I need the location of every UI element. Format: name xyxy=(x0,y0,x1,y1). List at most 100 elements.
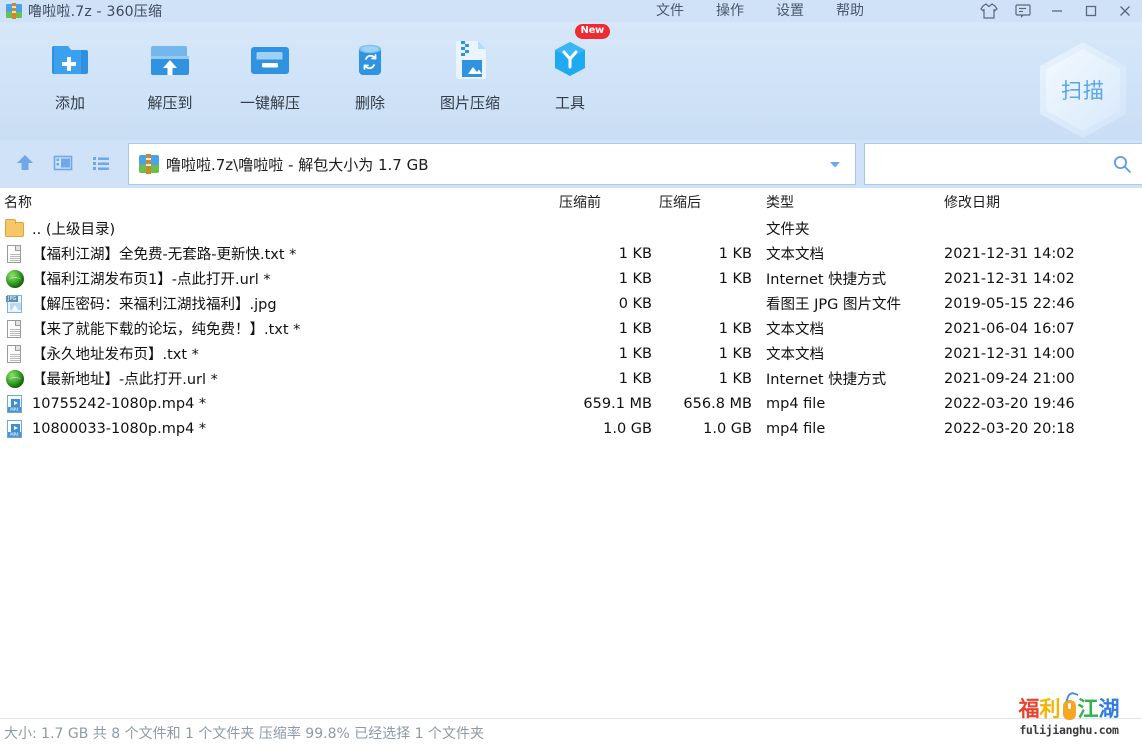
table-row[interactable]: .. (上级目录) 文件夹 xyxy=(0,216,1142,241)
file-date: 2021-12-31 14:02 xyxy=(944,271,1075,287)
file-size-before: 1 KB xyxy=(540,346,652,362)
toolbar-one-click-extract[interactable]: 一键解压 xyxy=(220,28,320,117)
toolbar: 添加 解压到 xyxy=(0,22,1142,140)
maximize-icon[interactable] xyxy=(1074,0,1108,22)
archive-icon xyxy=(139,154,159,174)
internet-shortcut-icon xyxy=(4,269,26,289)
file-type: 看图王 JPG 图片文件 xyxy=(766,293,901,314)
search-input[interactable] xyxy=(865,156,1102,172)
toolbar-add-label: 添加 xyxy=(55,92,85,113)
file-size-after: 1 KB xyxy=(660,246,752,262)
file-date: 2021-09-24 21:00 xyxy=(944,371,1075,387)
trash-icon xyxy=(344,32,396,84)
table-row[interactable]: MP4 10755242-1080p.mp4 * 659.1 MB 656.8 … xyxy=(0,391,1142,416)
table-row[interactable]: 【最新地址】-点此打开.url * 1 KB 1 KB Internet 快捷方… xyxy=(0,366,1142,391)
file-name: .. (上级目录) xyxy=(32,218,115,239)
app-window: 噜啦啦.7z - 360压缩 文件 操作 设置 帮助 xyxy=(0,0,1142,746)
file-rows: .. (上级目录) 文件夹 【福利江湖】全免费-无套路-更新快.txt * xyxy=(0,216,1142,441)
text-file-icon xyxy=(4,344,26,364)
search-box[interactable] xyxy=(864,143,1142,185)
toolbar-delete[interactable]: 删除 xyxy=(320,28,420,117)
file-date: 2022-03-20 19:46 xyxy=(944,396,1075,412)
table-row[interactable]: 【福利江湖发布页1】-点此打开.url * 1 KB 1 KB Internet… xyxy=(0,266,1142,291)
file-type: mp4 file xyxy=(766,396,825,412)
mp4-file-icon: MP4 xyxy=(4,419,26,439)
toolbar-extract-to[interactable]: 解压到 xyxy=(120,28,220,117)
list-view-icon[interactable] xyxy=(86,148,116,178)
search-icon[interactable] xyxy=(1102,154,1142,174)
jpg-file-icon: JPG xyxy=(4,294,26,314)
panel-view-icon[interactable] xyxy=(48,148,78,178)
file-size-after: 1 KB xyxy=(660,321,752,337)
address-bar-text: 噜啦啦.7z\噜啦啦 - 解包大小为 1.7 GB xyxy=(166,154,815,175)
chevron-down-icon[interactable] xyxy=(815,144,855,184)
minimize-icon[interactable] xyxy=(1040,0,1074,22)
file-size-after: 1.0 GB xyxy=(660,421,752,437)
column-size-before[interactable]: 压缩前 xyxy=(559,192,601,212)
toolbar-tools[interactable]: New 工具 xyxy=(520,28,620,117)
folder-up-icon xyxy=(144,32,196,84)
scan-button[interactable]: 扫描 xyxy=(1040,42,1126,138)
text-file-icon xyxy=(4,319,26,339)
file-name: 【永久地址发布页】.txt * xyxy=(32,343,199,364)
menu-action[interactable]: 操作 xyxy=(700,0,760,22)
file-size-before: 1 KB xyxy=(540,371,652,387)
file-type: 文本文档 xyxy=(766,243,824,264)
table-row[interactable]: JPG 【解压密码：来福利江湖找福利】.jpg 0 KB 看图王 JPG 图片文… xyxy=(0,291,1142,316)
file-size-before: 0 KB xyxy=(540,296,652,312)
skin-icon[interactable] xyxy=(972,0,1006,22)
table-row[interactable]: MP4 10800033-1080p.mp4 * 1.0 GB 1.0 GB m… xyxy=(0,416,1142,441)
file-type: mp4 file xyxy=(766,421,825,437)
file-size-before: 1 KB xyxy=(540,271,652,287)
file-date: 2022-03-20 20:18 xyxy=(944,421,1075,437)
file-type: Internet 快捷方式 xyxy=(766,368,886,389)
file-name: 【福利江湖发布页1】-点此打开.url * xyxy=(32,268,271,289)
folder-minus-icon xyxy=(244,32,296,84)
column-modified-date[interactable]: 修改日期 xyxy=(944,192,1000,212)
file-type: 文件夹 xyxy=(766,218,810,239)
folder-icon xyxy=(4,219,26,239)
column-name[interactable]: 名称 xyxy=(4,192,32,212)
internet-shortcut-icon xyxy=(4,369,26,389)
status-bar: 大小: 1.7 GB 共 8 个文件和 1 个文件夹 压缩率 99.8% 已经选… xyxy=(0,718,1142,746)
file-type: Internet 快捷方式 xyxy=(766,268,886,289)
file-size-after: 1 KB xyxy=(660,371,752,387)
toolbar-extract-to-label: 解压到 xyxy=(147,92,192,113)
tools-icon xyxy=(544,32,596,84)
image-compress-icon xyxy=(444,32,496,84)
file-name: 【解压密码：来福利江湖找福利】.jpg xyxy=(32,293,277,314)
feedback-icon[interactable] xyxy=(1006,0,1040,22)
menu-settings[interactable]: 设置 xyxy=(760,0,820,22)
table-row[interactable]: 【来了就能下载的论坛，纯免费！】.txt * 1 KB 1 KB 文本文档 20… xyxy=(0,316,1142,341)
toolbar-add[interactable]: 添加 xyxy=(20,28,120,117)
file-size-before: 1 KB xyxy=(540,246,652,262)
file-size-after: 1 KB xyxy=(660,271,752,287)
toolbar-delete-label: 删除 xyxy=(355,92,385,113)
file-type: 文本文档 xyxy=(766,318,824,339)
menu-file[interactable]: 文件 xyxy=(640,0,700,22)
close-icon[interactable] xyxy=(1108,0,1142,22)
toolbar-image-compress[interactable]: 图片压缩 xyxy=(420,28,520,117)
column-headers: 名称 压缩前 压缩后 类型 修改日期 xyxy=(0,188,1142,216)
mp4-file-icon: MP4 xyxy=(4,394,26,414)
file-name: 10800033-1080p.mp4 * xyxy=(32,421,206,437)
address-bar-row: 噜啦啦.7z\噜啦啦 - 解包大小为 1.7 GB xyxy=(0,140,1142,188)
folder-plus-icon xyxy=(44,32,96,84)
table-row[interactable]: 【永久地址发布页】.txt * 1 KB 1 KB 文本文档 2021-12-3… xyxy=(0,341,1142,366)
column-type[interactable]: 类型 xyxy=(766,192,794,212)
file-name: 【最新地址】-点此打开.url * xyxy=(32,368,218,389)
text-file-icon xyxy=(4,244,26,264)
table-row[interactable]: 【福利江湖】全免费-无套路-更新快.txt * 1 KB 1 KB 文本文档 2… xyxy=(0,241,1142,266)
title-bar: 噜啦啦.7z - 360压缩 xyxy=(0,0,1142,22)
file-date: 2021-12-31 14:02 xyxy=(944,246,1075,262)
file-list: 名称 压缩前 压缩后 类型 修改日期 .. (上级目录) 文件夹 xyxy=(0,188,1142,718)
window-title: 噜啦啦.7z - 360压缩 xyxy=(28,1,162,21)
archive-icon xyxy=(6,3,22,19)
menu-help[interactable]: 帮助 xyxy=(820,0,880,22)
file-type: 文本文档 xyxy=(766,343,824,364)
address-bar[interactable]: 噜啦啦.7z\噜啦啦 - 解包大小为 1.7 GB xyxy=(128,143,856,185)
column-size-after[interactable]: 压缩后 xyxy=(659,192,701,212)
scan-button-label: 扫描 xyxy=(1061,75,1105,105)
up-arrow-icon[interactable] xyxy=(10,148,40,178)
file-size-after: 656.8 MB xyxy=(660,396,752,412)
